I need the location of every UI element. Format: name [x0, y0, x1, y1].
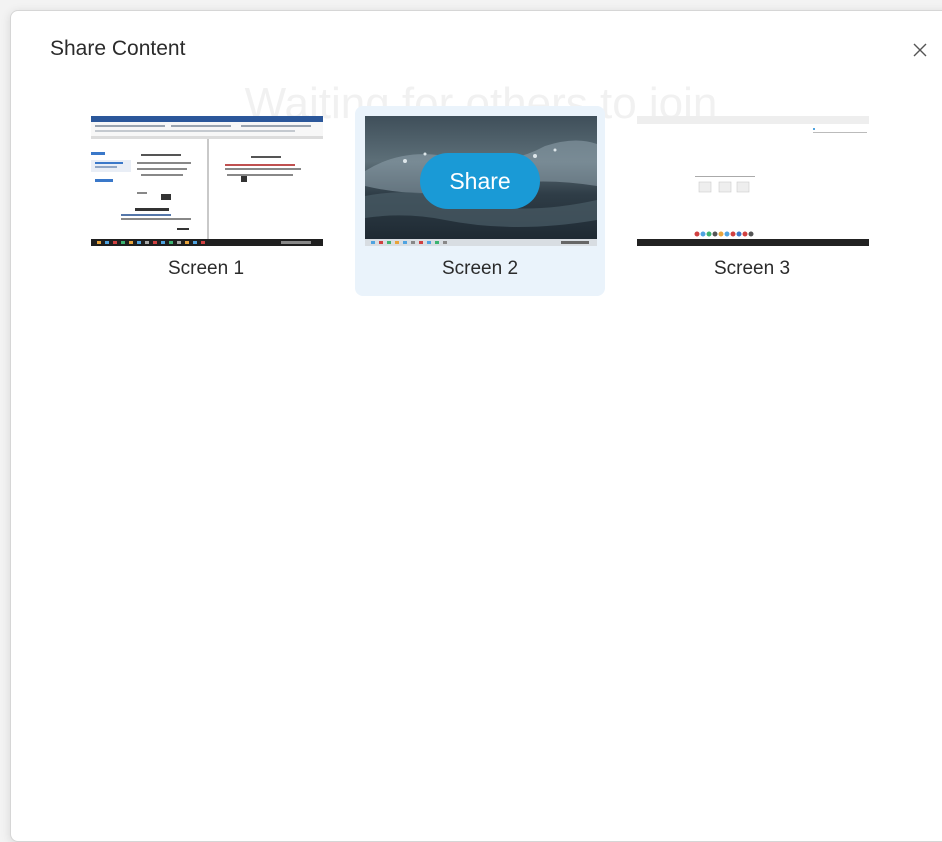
share-content-dialog: Share Content Waiting for others to join — [10, 10, 942, 842]
screen-3-thumbnail — [637, 116, 869, 246]
screen-3-label: Screen 3 — [713, 258, 791, 279]
screen-2-card[interactable]: Share Screen 2 — [355, 106, 605, 296]
screen-3-card[interactable]: Screen 3 — [627, 106, 877, 296]
share-button[interactable]: Share — [420, 153, 540, 209]
screen-1-label: Screen 1 — [167, 258, 245, 279]
screen-2-label: Screen 2 — [441, 258, 519, 279]
close-button[interactable] — [907, 37, 933, 63]
screen-1-card[interactable]: Screen 1 — [81, 106, 331, 296]
screen-1-thumbnail — [91, 116, 323, 246]
dialog-title: Share Content — [50, 37, 186, 60]
close-icon — [913, 43, 927, 57]
